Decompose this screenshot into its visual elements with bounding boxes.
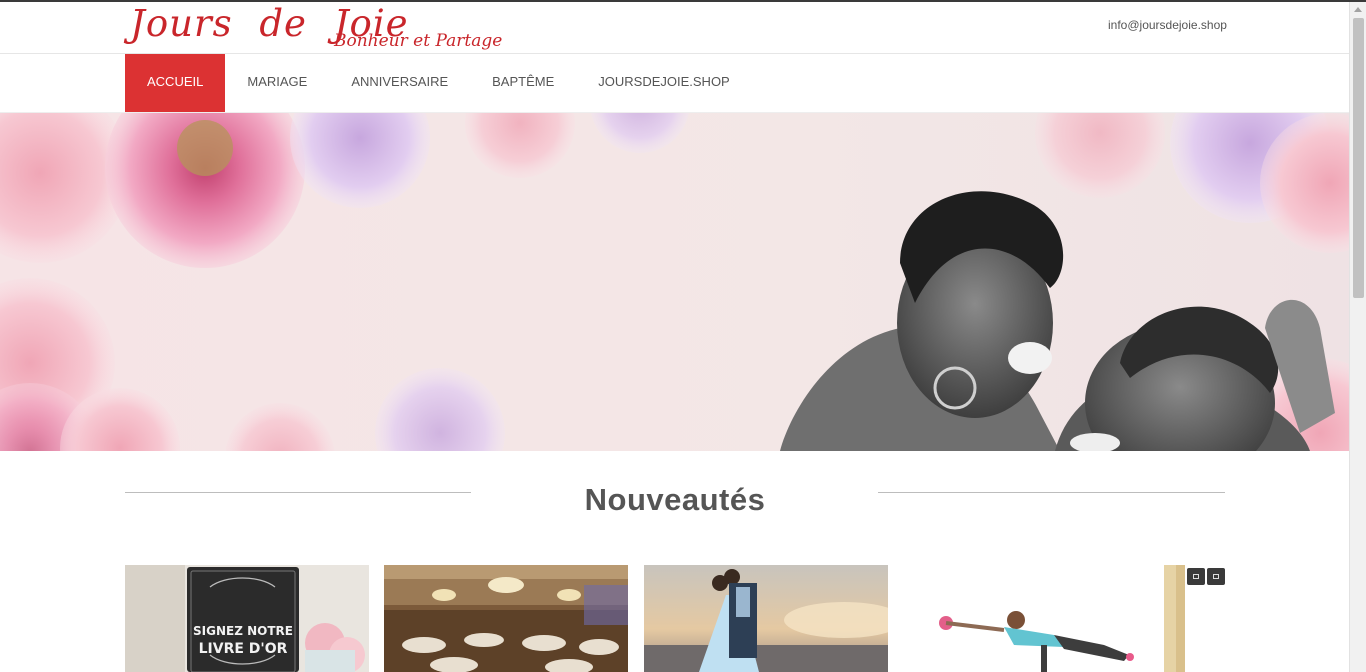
nav-list: ACCUEIL MARIAGE ANNIVERSAIRE BAPTÊME JOU…	[125, 54, 752, 112]
nav-item-accueil[interactable]: ACCUEIL	[125, 54, 226, 112]
hero-banner	[0, 113, 1349, 451]
site-logo[interactable]: Jours de Joie Bonheur et Partage	[128, 2, 508, 54]
sign-line-2: LIVRE D'OR	[199, 641, 288, 657]
scrollbar-thumb[interactable]	[1353, 18, 1364, 298]
square-icon	[1213, 574, 1219, 579]
carousel-prev-button[interactable]	[1187, 568, 1205, 585]
product-card[interactable]	[1164, 565, 1185, 672]
banquet-hall-photo	[384, 565, 628, 672]
wedding-couple-photo	[644, 565, 888, 672]
hero-image	[0, 113, 1349, 451]
product-card[interactable]	[644, 565, 888, 672]
product-card[interactable]	[384, 565, 628, 672]
site-header: Jours de Joie Bonheur et Partage info@jo…	[0, 2, 1349, 54]
page-scrollbar[interactable]	[1349, 2, 1366, 672]
product-card[interactable]	[904, 565, 1148, 672]
chalkboard-sign-photo: SIGNEZ NOTRE LIVRE D'OR	[125, 565, 369, 672]
product-card[interactable]: SIGNEZ NOTRE LIVRE D'OR	[125, 565, 369, 672]
contact-email-link[interactable]: info@joursdejoie.shop	[1108, 18, 1227, 32]
nav-item-mariage[interactable]: MARIAGE	[225, 54, 329, 112]
nav-item-anniversaire[interactable]: ANNIVERSAIRE	[329, 54, 470, 112]
scroll-up-icon[interactable]	[1354, 7, 1362, 12]
partial-product-photo	[1164, 565, 1185, 672]
logo-tagline: Bonheur et Partage	[334, 31, 503, 51]
carousel-next-button[interactable]	[1207, 568, 1225, 585]
heading-rule-right	[878, 492, 1225, 493]
fitness-woman-photo	[904, 565, 1148, 672]
section-title: Nouveautés	[584, 482, 766, 517]
main-navigation: ACCUEIL MARIAGE ANNIVERSAIRE BAPTÊME JOU…	[0, 54, 1349, 113]
products-carousel: SIGNEZ NOTRE LIVRE D'OR	[125, 565, 1225, 672]
nav-item-shop[interactable]: JOURSDEJOIE.SHOP	[576, 54, 751, 112]
square-icon	[1193, 574, 1199, 579]
sign-line-1: SIGNEZ NOTRE	[193, 624, 293, 638]
section-heading: Nouveautés	[125, 478, 1225, 528]
nav-item-bapteme[interactable]: BAPTÊME	[470, 54, 576, 112]
